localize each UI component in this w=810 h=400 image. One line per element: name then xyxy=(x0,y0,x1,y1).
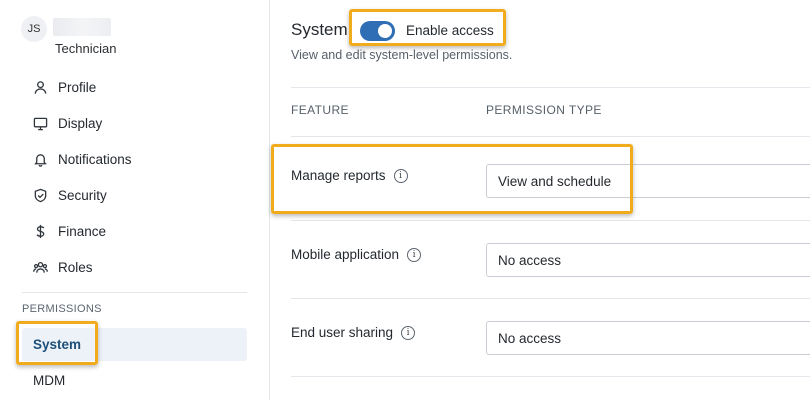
toggle-label: Enable access xyxy=(406,23,494,38)
sidebar-item-display[interactable]: Display xyxy=(32,112,102,134)
user-role: Technician xyxy=(55,41,117,56)
enable-access-toggle[interactable] xyxy=(360,21,395,41)
sidebar-item-finance[interactable]: Finance xyxy=(32,220,106,242)
sidebar-item-label: Notifications xyxy=(58,151,132,167)
sidebar-item-security[interactable]: Security xyxy=(32,184,107,206)
feature-label-manage-reports: Manage reports i xyxy=(291,168,408,183)
feature-name: Mobile application xyxy=(291,247,400,262)
info-icon[interactable]: i xyxy=(407,247,422,262)
info-icon[interactable]: i xyxy=(401,325,416,340)
select-value: View and schedule xyxy=(498,173,612,189)
row-divider xyxy=(291,220,810,221)
monitor-icon xyxy=(32,115,48,131)
sidebar-item-system-label: System xyxy=(33,337,82,352)
page-subtitle: View and edit system-level permissions. xyxy=(291,48,513,62)
users-icon xyxy=(32,259,48,275)
bell-icon xyxy=(32,151,48,167)
sidebar: JS Technician Profile Display Notificati… xyxy=(0,0,270,400)
column-header-feature: FEATURE xyxy=(291,103,349,117)
section-label-permissions: PERMISSIONS xyxy=(22,303,102,315)
column-header-permission-type: PERMISSION TYPE xyxy=(486,103,602,117)
avatar[interactable]: JS xyxy=(21,16,47,42)
sidebar-item-label: Finance xyxy=(58,223,107,239)
user-icon xyxy=(32,79,48,95)
sidebar-item-label: Profile xyxy=(58,79,97,95)
row-divider xyxy=(291,298,810,299)
avatar-initials: JS xyxy=(27,23,41,35)
header-divider xyxy=(291,87,810,88)
sidebar-item-roles[interactable]: Roles xyxy=(32,256,93,278)
permission-select-manage-reports[interactable]: View and schedule xyxy=(486,164,810,198)
table-divider xyxy=(291,136,810,137)
sidebar-item-mdm[interactable]: MDM xyxy=(33,373,65,388)
feature-name: Manage reports xyxy=(291,168,386,183)
feature-name: End user sharing xyxy=(291,325,394,340)
sidebar-item-notifications[interactable]: Notifications xyxy=(32,148,132,170)
feature-label-end-user-sharing: End user sharing i xyxy=(291,325,416,340)
feature-label-mobile-application: Mobile application i xyxy=(291,247,422,262)
sidebar-divider xyxy=(22,292,247,293)
user-name-redacted xyxy=(53,18,111,36)
toggle-knob xyxy=(378,24,392,38)
sidebar-item-profile[interactable]: Profile xyxy=(32,76,96,98)
sidebar-item-label: Roles xyxy=(58,259,93,275)
info-icon[interactable]: i xyxy=(393,168,408,183)
page-title: System xyxy=(291,20,348,39)
sidebar-item-label: Display xyxy=(58,115,103,131)
select-value: No access xyxy=(498,252,562,268)
select-value: No access xyxy=(498,330,562,346)
dollar-icon xyxy=(32,223,48,239)
permission-select-end-user-sharing[interactable]: No access xyxy=(486,321,810,355)
permission-select-mobile-application[interactable]: No access xyxy=(486,243,810,277)
shield-icon xyxy=(32,187,48,203)
sidebar-item-label: Security xyxy=(58,187,107,203)
row-divider xyxy=(291,376,810,377)
